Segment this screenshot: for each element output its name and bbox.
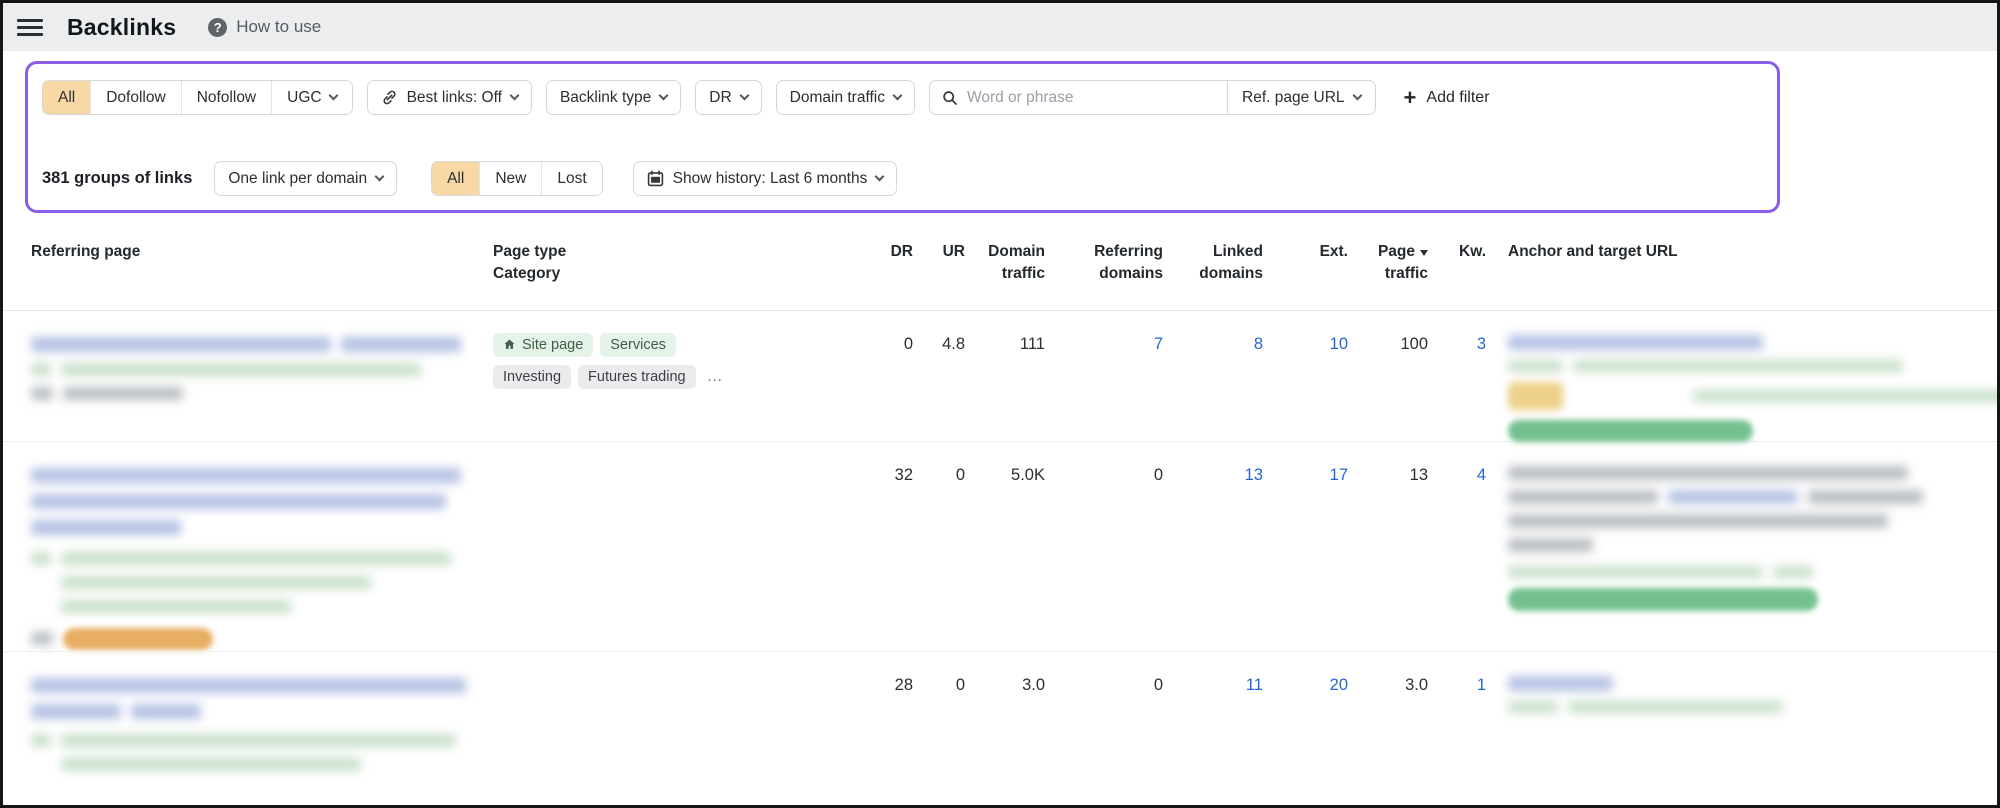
tab-status-new[interactable]: New	[479, 162, 542, 195]
chevron-down-icon	[892, 90, 903, 101]
help-icon: ?	[208, 17, 228, 37]
app-window: Backlinks ? How to use All Dofollow Nofo…	[0, 0, 2000, 808]
linked-domains-value[interactable]: 11	[1163, 674, 1263, 695]
category-badge: Futures trading	[578, 364, 696, 389]
referring-page-cell[interactable]	[31, 333, 493, 400]
anchor-target-cell[interactable]	[1486, 464, 1997, 611]
dr-value: 32	[894, 465, 913, 484]
chevron-down-icon	[509, 90, 520, 101]
tab-ugc[interactable]: UGC	[271, 81, 352, 114]
col-page-type-category[interactable]: Page type Category	[493, 241, 868, 286]
tab-nofollow[interactable]: Nofollow	[180, 81, 272, 114]
ext-value[interactable]: 10	[1263, 333, 1348, 354]
chevron-down-icon	[374, 171, 385, 182]
ur-value: 4.8	[942, 334, 965, 353]
chevron-down-icon	[874, 171, 885, 182]
search-input[interactable]	[967, 88, 1215, 107]
word-search-combo: Ref. page URL	[929, 80, 1376, 115]
col-page-traffic[interactable]: Page traffic	[1348, 241, 1428, 286]
menu-icon[interactable]	[17, 18, 43, 36]
kw-value[interactable]: 4	[1428, 464, 1486, 485]
page-traffic-value: 3.0	[1405, 675, 1428, 694]
follow-filter-tabs: All Dofollow Nofollow UGC	[42, 80, 353, 115]
col-domain-traffic[interactable]: Domain traffic	[965, 241, 1045, 286]
linked-domains-value[interactable]: 13	[1163, 464, 1263, 485]
filters-panel: All Dofollow Nofollow UGC Best links: Of…	[25, 61, 1780, 213]
chevron-down-icon	[1352, 90, 1362, 101]
page-type-badge: Site page	[493, 332, 594, 357]
domain-traffic-value: 5.0K	[1011, 465, 1045, 484]
referring-page-cell[interactable]	[31, 464, 493, 650]
best-links-button[interactable]: Best links: Off	[366, 80, 532, 115]
category-badge: Investing	[493, 364, 572, 389]
backlink-type-filter[interactable]: Backlink type	[545, 80, 682, 115]
link-icon	[383, 90, 396, 105]
tab-all-links[interactable]: All	[43, 81, 91, 114]
domain-traffic-value: 111	[1019, 334, 1045, 353]
table-header: Referring page Page type Category DR UR …	[3, 241, 1997, 311]
referring-domains-value[interactable]: 7	[1045, 333, 1163, 354]
col-ext[interactable]: Ext.	[1263, 241, 1348, 286]
col-linked-domains[interactable]: Linked domains	[1163, 241, 1263, 286]
more-badges[interactable]: …	[707, 368, 725, 386]
status-tabs: All New Lost	[431, 161, 603, 196]
dr-filter[interactable]: DR	[695, 80, 762, 115]
search-box[interactable]	[929, 80, 1227, 115]
show-history-dropdown[interactable]: Show history: Last 6 months	[632, 161, 898, 196]
link-mode-dropdown[interactable]: One link per domain	[214, 161, 398, 196]
ur-value: 0	[955, 675, 965, 694]
domain-traffic-filter[interactable]: Domain traffic	[775, 80, 915, 115]
anchor-target-cell[interactable]	[1486, 333, 1997, 442]
ur-value: 0	[955, 465, 965, 484]
col-anchor-target-url[interactable]: Anchor and target URL	[1486, 241, 1997, 286]
col-referring-page[interactable]: Referring page	[31, 241, 493, 286]
sort-desc-icon	[1420, 250, 1428, 256]
tab-status-lost[interactable]: Lost	[541, 162, 602, 195]
anchor-target-cell[interactable]	[1486, 674, 1997, 713]
page-type-cell: Site page Services Investing Futures tra…	[493, 332, 868, 389]
table-row: 32 0 5.0K 0 13 17 13 4	[3, 440, 1997, 651]
tab-status-all[interactable]: All	[432, 162, 480, 195]
add-filter-button[interactable]: + Add filter	[1403, 84, 1490, 110]
page-traffic-value: 13	[1409, 465, 1428, 484]
home-icon	[504, 340, 515, 350]
page-traffic-value: 100	[1400, 334, 1428, 353]
domain-traffic-value: 3.0	[1022, 675, 1045, 694]
page-title: Backlinks	[67, 13, 177, 40]
col-dr[interactable]: DR	[868, 241, 913, 286]
how-to-use-link[interactable]: ? How to use	[208, 17, 321, 37]
referring-domains-value: 0	[1153, 675, 1163, 694]
chevron-down-icon	[739, 90, 750, 101]
page-type-badge: Services	[600, 332, 676, 357]
how-to-use-label: How to use	[236, 17, 322, 36]
col-referring-domains[interactable]: Referring domains	[1045, 241, 1163, 286]
col-ur[interactable]: UR	[913, 241, 965, 286]
ext-value[interactable]: 17	[1263, 464, 1348, 485]
linked-domains-value[interactable]: 8	[1163, 333, 1263, 354]
plus-icon: +	[1403, 84, 1417, 110]
groups-count: 381 groups of links	[42, 169, 193, 187]
referring-page-cell[interactable]: EN	[31, 674, 493, 771]
table-row: Site page Services Investing Futures tra…	[3, 311, 1997, 442]
search-icon	[943, 90, 957, 105]
tab-dofollow[interactable]: Dofollow	[90, 81, 181, 114]
chevron-down-icon	[328, 90, 339, 101]
kw-value[interactable]: 1	[1428, 674, 1486, 695]
referring-domains-value: 0	[1153, 465, 1163, 484]
dr-value: 28	[894, 675, 913, 694]
chevron-down-icon	[658, 90, 669, 101]
dr-value: 0	[903, 334, 913, 353]
ext-value[interactable]: 20	[1263, 674, 1348, 695]
filter-row: All Dofollow Nofollow UGC Best links: Of…	[42, 80, 1763, 115]
summary-row: 381 groups of links One link per domain …	[42, 161, 1763, 196]
top-bar: Backlinks ? How to use	[3, 3, 1997, 51]
table-row: EN 28 0 3.0 0 11 20 3.0 1	[3, 650, 1997, 805]
ref-page-url-filter[interactable]: Ref. page URL	[1227, 80, 1376, 115]
calendar-icon	[647, 170, 663, 187]
kw-value[interactable]: 3	[1428, 333, 1486, 354]
col-kw[interactable]: Kw.	[1428, 241, 1486, 286]
